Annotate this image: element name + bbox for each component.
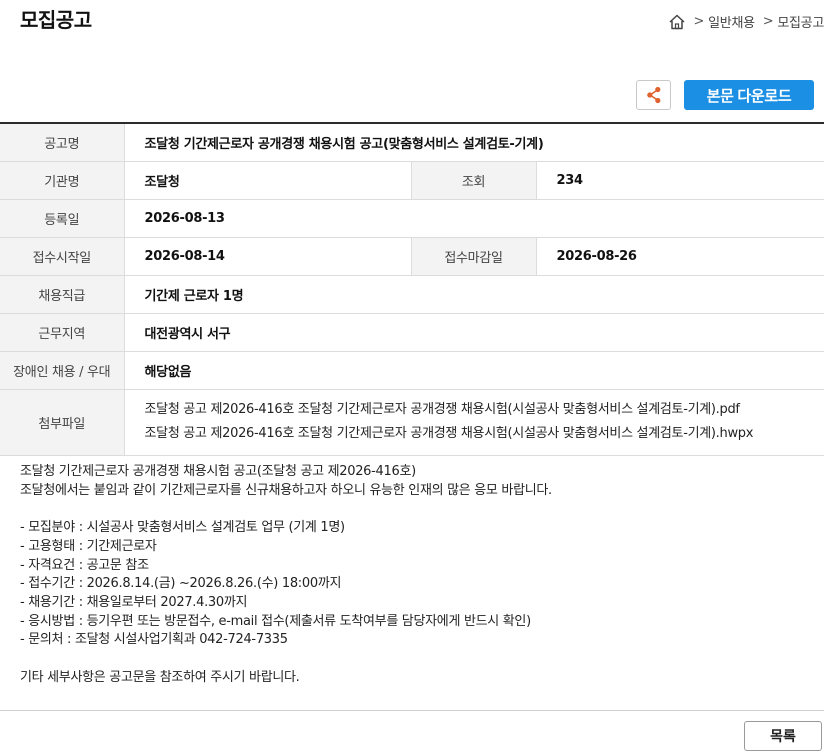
attachment-link-hwpx[interactable]: 조달청 공고 제2026-416호 조달청 기간제근로자 공개경쟁 채용시험(시…: [145, 422, 805, 446]
body-line: [20, 650, 810, 669]
breadcrumb-item-general-hiring[interactable]: 일반채용: [708, 12, 755, 31]
disability-value: 해당없음: [124, 351, 824, 390]
reg-date-value: 2026-08-13: [124, 199, 824, 238]
position-value: 기간제 근로자 1명: [124, 275, 824, 314]
start-date-value: 2026-08-14: [124, 237, 412, 276]
org-value: 조달청: [124, 161, 412, 200]
files-label: 첨부파일: [0, 389, 125, 456]
end-date-value: 2026-08-26: [536, 237, 824, 276]
location-label: 근무지역: [0, 313, 125, 352]
table-row: 공고명 조달청 기간제근로자 공개경쟁 채용시험 공고(맞춤형서비스 설계검토-…: [0, 123, 824, 162]
end-date-label: 접수마감일: [411, 237, 537, 276]
disability-label: 장애인 채용 / 우대: [0, 351, 125, 390]
body-line: 조달청 기간제근로자 공개경쟁 채용시험 공고(조달청 공고 제2026-416…: [20, 464, 416, 479]
share-button[interactable]: [636, 80, 671, 110]
breadcrumb: > 일반채용 > 모집공고: [668, 12, 824, 31]
table-row: 장애인 채용 / 우대 해당없음: [0, 351, 824, 390]
body-line: 조달청에서는 붙임과 같이 기간제근로자를 신규채용하고자 하오니 유능한 인재…: [20, 482, 552, 498]
reg-date-label: 등록일: [0, 199, 125, 238]
attachment-link-pdf[interactable]: 조달청 공고 제2026-416호 조달청 기간제근로자 공개경쟁 채용시험(시…: [145, 398, 805, 422]
page-title: 모집공고: [20, 8, 92, 32]
title-label: 공고명: [0, 123, 125, 162]
views-label: 조회: [411, 161, 537, 200]
body-line: - 문의처 : 조달청 시설사업기획과 042-724-7335: [20, 632, 288, 648]
location-value: 대전광역시 서구: [124, 313, 824, 352]
table-row: 근무지역 대전광역시 서구: [0, 313, 824, 352]
body-line: - 채용기간 : 채용일로부터 2027.4.30까지: [20, 594, 248, 610]
body-line: - 접수기간 : 2026.8.14.(금) ~2026.8.26.(수) 18…: [20, 576, 342, 592]
views-value: 234: [536, 161, 824, 200]
home-icon[interactable]: [668, 13, 686, 31]
notice-body: 조달청 기간제근로자 공개경쟁 채용시험 공고(조달청 공고 제2026-416…: [20, 463, 810, 687]
table-row: 접수시작일 2026-08-14 접수마감일 2026-08-26: [0, 237, 824, 276]
table-row: 첨부파일 조달청 공고 제2026-416호 조달청 기간제근로자 공개경쟁 채…: [0, 389, 824, 456]
position-label: 채용직급: [0, 275, 125, 314]
breadcrumb-item-notice[interactable]: 모집공고: [777, 12, 824, 31]
body-line: - 자격요건 : 공고문 참조: [20, 557, 149, 573]
table-row: 등록일 2026-08-13: [0, 199, 824, 238]
notice-info-table: 공고명 조달청 기간제근로자 공개경쟁 채용시험 공고(맞춤형서비스 설계검토-…: [0, 122, 824, 456]
table-row: 기관명 조달청 조회 234: [0, 161, 824, 200]
divider: [0, 710, 824, 711]
body-line: - 모집분야 : 시설공사 맞춤형서비스 설계검토 업무 (기계 1명): [20, 520, 345, 536]
body-line: [20, 500, 810, 519]
body-line: - 응시방법 : 등기우편 또는 방문접수, e-mail 접수(제출서류 도착…: [20, 613, 531, 629]
breadcrumb-separator: >: [762, 14, 774, 29]
breadcrumb-separator: >: [693, 14, 705, 29]
body-line: - 고용형태 : 기간제근로자: [20, 538, 157, 554]
title-value: 조달청 기간제근로자 공개경쟁 채용시험 공고(맞춤형서비스 설계검토-기계): [124, 123, 824, 162]
list-button[interactable]: 목록: [744, 721, 822, 751]
org-label: 기관명: [0, 161, 125, 200]
table-row: 채용직급 기간제 근로자 1명: [0, 275, 824, 314]
share-icon: [646, 86, 660, 104]
start-date-label: 접수시작일: [0, 237, 125, 276]
body-line: 기타 세부사항은 공고문을 참조하여 주시기 바랍니다.: [20, 669, 300, 685]
download-body-button[interactable]: 본문 다운로드: [684, 80, 814, 110]
files-list: 조달청 공고 제2026-416호 조달청 기간제근로자 공개경쟁 채용시험(시…: [124, 389, 824, 456]
